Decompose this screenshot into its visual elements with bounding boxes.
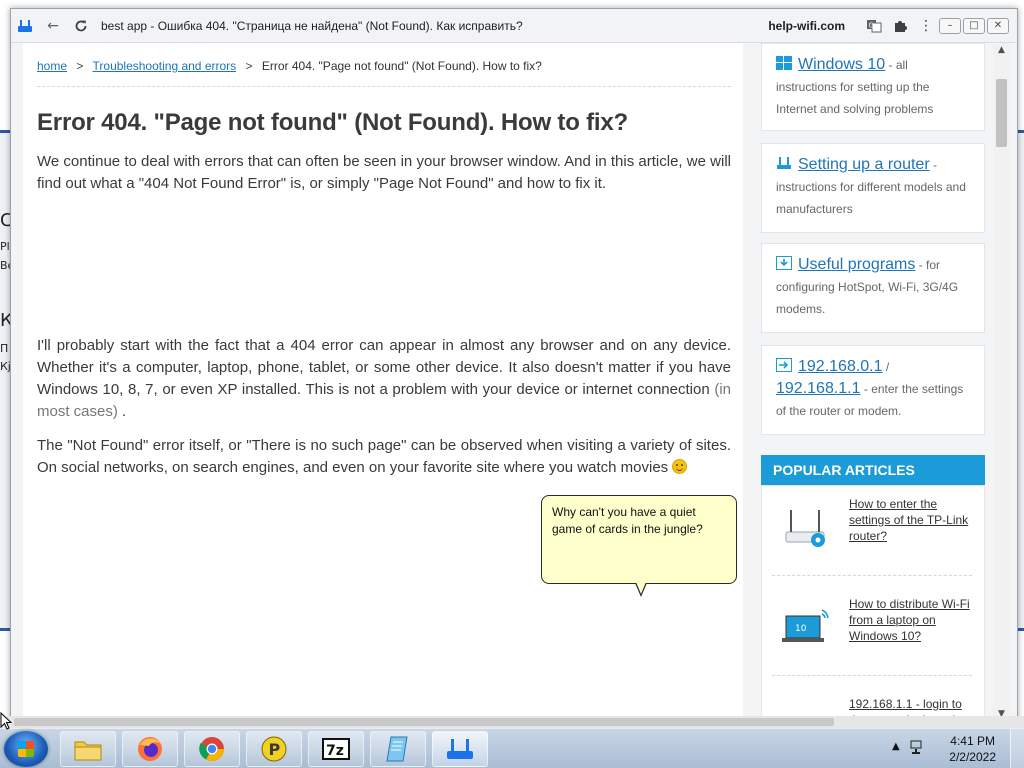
scroll-up-arrow-icon[interactable]: ▲ xyxy=(993,43,1010,57)
translate-icon[interactable]: G xyxy=(861,9,887,43)
svg-text:P: P xyxy=(269,740,281,759)
taskbar-p-app-button[interactable]: P xyxy=(246,731,302,767)
sidebar-link[interactable]: 192.168.0.1 xyxy=(798,358,883,375)
sidebar-card-windows: Windows 10 - all instructions for settin… xyxy=(761,43,985,131)
router-thumbnail-icon xyxy=(778,500,832,554)
firefox-icon xyxy=(138,737,162,761)
page-title: Error 404. "Page not found" (Not Found).… xyxy=(37,109,628,136)
clock-date: 2/2/2022 xyxy=(949,750,996,764)
vertical-scrollbar[interactable]: ▲ ▼ xyxy=(993,43,1010,723)
breadcrumb: home > Troubleshooting and errors > Erro… xyxy=(37,59,542,73)
close-button[interactable]: ✕ xyxy=(987,17,1009,34)
notepad-icon xyxy=(386,736,408,762)
mouse-cursor-icon xyxy=(0,712,12,730)
svg-text:10: 10 xyxy=(795,624,807,634)
download-icon xyxy=(776,256,792,270)
desktop-fragment: Pl xyxy=(0,240,10,253)
paragraph-text: The "Not Found" error itself, or "There … xyxy=(37,437,731,476)
app-window: ← best app - Ошибка 404. "Страница не на… xyxy=(10,8,1018,724)
maximize-button[interactable]: □ xyxy=(963,17,985,34)
7zip-icon: 7z xyxy=(322,738,350,760)
breadcrumb-section-link[interactable]: Troubleshooting and errors xyxy=(93,59,237,73)
sidebar-desc: / xyxy=(882,360,890,374)
clock-time: 4:41 PM xyxy=(950,734,995,748)
smiley-icon xyxy=(672,459,688,474)
router-icon xyxy=(776,156,792,170)
sidebar-link[interactable]: Setting up a router xyxy=(798,156,930,173)
more-menu-icon[interactable]: ⋮ xyxy=(913,9,939,43)
windows-icon xyxy=(776,56,792,70)
taskbar-chrome-button[interactable] xyxy=(184,731,240,767)
svg-text:G: G xyxy=(869,21,874,29)
window-controls: – □ ✕ xyxy=(939,17,1017,34)
chrome-icon xyxy=(199,737,224,762)
sidebar-card-ip: 192.168.0.1 / 192.168.1.1 - enter the se… xyxy=(761,345,985,435)
back-arrow-icon[interactable]: ← xyxy=(39,9,67,43)
breadcrumb-home-link[interactable]: home xyxy=(37,59,67,73)
folder-icon xyxy=(74,741,102,761)
breadcrumb-separator: > xyxy=(245,59,253,73)
sidebar-link[interactable]: Useful programs xyxy=(798,256,915,273)
title-bar: ← best app - Ошибка 404. "Страница не на… xyxy=(11,9,1017,43)
tooltip-tail xyxy=(636,582,646,594)
svg-text:7z: 7z xyxy=(326,743,344,759)
article-paragraph: I'll probably start with the fact that a… xyxy=(37,335,731,423)
desktop-fragment: П xyxy=(0,342,9,355)
tooltip-bubble: Why can't you have a quiet game of cards… xyxy=(541,495,737,584)
article-paragraph: The "Not Found" error itself, or "There … xyxy=(37,435,731,479)
sidebar-card-programs: Useful programs - for configuring HotSpo… xyxy=(761,243,985,333)
show-desktop-button[interactable] xyxy=(1010,729,1024,768)
window-title: best app - Ошибка 404. "Страница не найд… xyxy=(101,18,523,33)
taskbar-best-app-button[interactable] xyxy=(432,731,488,767)
popular-articles-list: How to enter the settings of the TP-Link… xyxy=(761,485,985,723)
horizontal-scrollbar[interactable] xyxy=(0,716,1024,728)
breadcrumb-divider xyxy=(37,86,731,87)
tray-expand-icon[interactable]: ▲ xyxy=(892,741,900,752)
article-link[interactable]: How to enter the settings of the TP-Link… xyxy=(849,496,973,544)
popular-articles-heading: POPULAR ARTICLES xyxy=(761,455,985,485)
paragraph-text: I'll probably start with the fact that a… xyxy=(37,337,731,398)
taskbar-7zip-button[interactable]: 7z xyxy=(308,731,364,767)
system-clock[interactable]: 4:41 PM 2/2/2022 xyxy=(949,733,996,765)
scroll-thumb[interactable] xyxy=(14,718,834,726)
sidebar: Windows 10 - all instructions for settin… xyxy=(761,43,985,723)
start-button[interactable] xyxy=(4,731,48,767)
taskbar-notepad-button[interactable] xyxy=(370,731,426,767)
minimize-button[interactable]: – xyxy=(939,17,961,34)
article-link[interactable]: How to distribute Wi-Fi from a laptop on… xyxy=(849,596,973,644)
breadcrumb-current: Error 404. "Page not found" (Not Found).… xyxy=(261,59,542,73)
reload-icon[interactable] xyxy=(67,9,95,43)
login-icon xyxy=(776,358,792,372)
sidebar-link[interactable]: 192.168.1.1 xyxy=(776,380,861,397)
taskbar: P 7z ▲ 4:41 PM 2/2/2022 xyxy=(0,728,1024,768)
article-column: home > Troubleshooting and errors > Erro… xyxy=(23,43,743,723)
taskbar-firefox-button[interactable] xyxy=(122,731,178,767)
router-app-icon xyxy=(447,739,473,759)
laptop-thumbnail-icon: 10 xyxy=(778,600,832,654)
p-app-icon: P xyxy=(261,736,287,762)
list-item[interactable]: How to enter the settings of the TP-Link… xyxy=(772,486,972,576)
sidebar-card-router: Setting up a router - instructions for d… xyxy=(761,143,985,233)
paragraph-text: . xyxy=(122,403,127,420)
network-icon[interactable] xyxy=(910,739,926,759)
list-item[interactable]: 10 How to distribute Wi-Fi from a laptop… xyxy=(772,586,972,676)
page-viewport: home > Troubleshooting and errors > Erro… xyxy=(11,43,1017,723)
site-domain: help-wifi.com xyxy=(768,18,845,33)
tooltip-text: Why can't you have a quiet game of cards… xyxy=(552,505,703,536)
article-paragraph: We continue to deal with errors that can… xyxy=(37,153,731,192)
breadcrumb-separator: > xyxy=(76,59,84,73)
sidebar-link[interactable]: Windows 10 xyxy=(798,56,885,73)
scroll-thumb[interactable] xyxy=(996,79,1007,147)
extensions-puzzle-icon[interactable] xyxy=(887,9,913,43)
app-logo-icon xyxy=(11,9,39,43)
taskbar-explorer-button[interactable] xyxy=(60,731,116,767)
